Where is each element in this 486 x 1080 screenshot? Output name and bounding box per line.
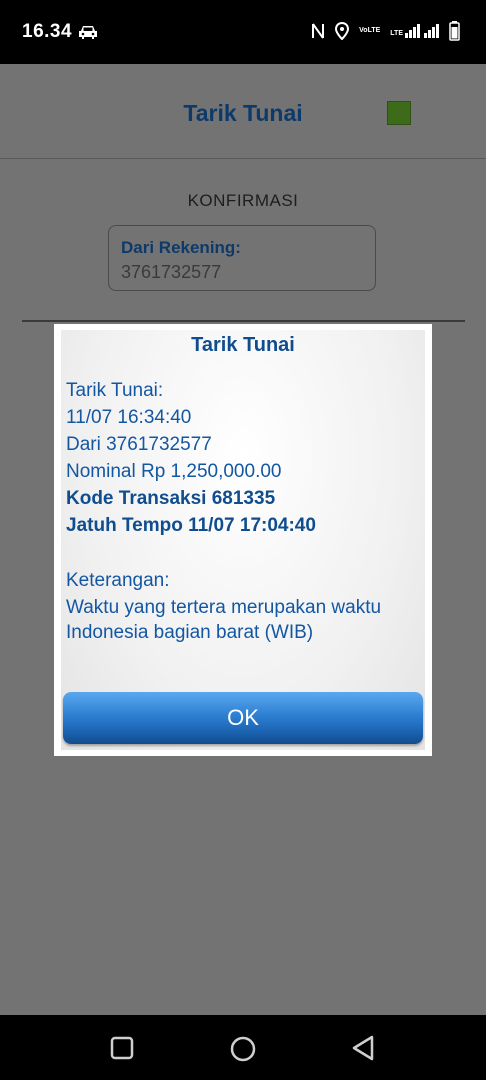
account-box: Dari Rekening: 3761732577 [108,225,376,291]
dialog-line-datetime: 11/07 16:34:40 [66,407,192,428]
navigation-bar [0,1015,486,1080]
home-icon[interactable] [229,1035,257,1063]
dialog-line-note-2: Indonesia bagian barat (WIB) [66,622,314,643]
dialog-line-transaction-code: Kode Transaksi 681335 [66,488,276,509]
status-time: 16.34 [22,21,73,42]
car-icon [79,26,97,39]
confirmation-heading: KONFIRMASI [187,191,299,210]
ok-button[interactable]: OK [63,692,423,744]
dialog-body: Tarik Tunai Tarik Tunai: 11/07 16:34:40 … [61,330,425,750]
dialog-line-amount: Nominal Rp 1,250,000.00 [66,461,282,482]
dialog-line-note-1: Waktu yang tertera merupakan waktu [66,597,382,618]
account-label: Dari Rekening: [121,238,241,257]
status-bar: 16.34 VoLTE LTE [0,0,486,64]
back-icon[interactable] [350,1035,376,1061]
location-icon [335,22,350,40]
recent-apps-icon[interactable] [109,1035,135,1061]
lte-label: LTE [390,30,403,37]
divider [22,320,465,322]
nfc-icon [312,23,325,39]
confirmation-dialog: Tarik Tunai Tarik Tunai: 11/07 16:34:40 … [54,324,432,756]
account-value: 3761732577 [121,262,222,282]
signal-icon: LTE [390,24,439,38]
volte-icon: VoLTE [359,27,380,35]
dialog-line-account: Dari 3761732577 [66,434,212,455]
page-title: Tarik Tunai [183,100,303,126]
dialog-line-due-time: Jatuh Tempo 11/07 17:04:40 [66,515,316,536]
dialog-title: Tarik Tunai [191,334,295,356]
app-header: Tarik Tunai [0,64,486,159]
dialog-line-note-heading: Keterangan: [66,570,170,591]
status-indicator [387,101,411,125]
volte-label: VoLTE [359,27,381,34]
dialog-line-heading: Tarik Tunai: [66,380,164,401]
battery-icon [449,21,460,41]
